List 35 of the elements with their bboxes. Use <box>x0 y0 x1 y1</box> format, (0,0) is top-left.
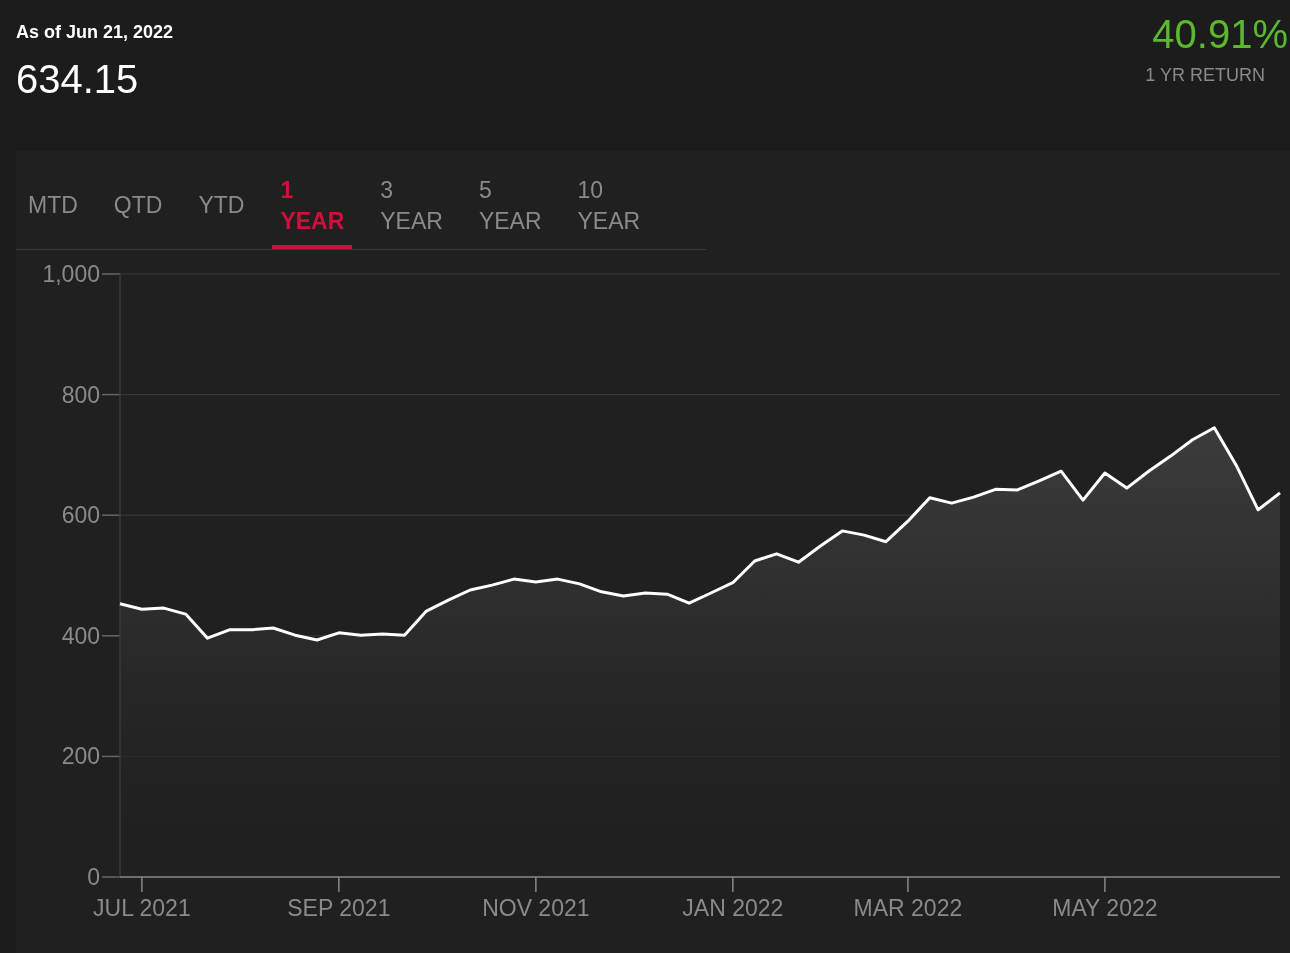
tick-mark <box>101 755 121 758</box>
y-axis-label: 800 <box>61 381 100 408</box>
x-axis-label: MAY 2022 <box>1052 895 1158 921</box>
period-tab[interactable]: 5 YEAR <box>470 151 550 249</box>
tick-mark <box>141 876 143 893</box>
tick-mark <box>101 393 121 396</box>
price-value: 634.15 <box>16 57 140 102</box>
y-axis-label: 1,000 <box>42 261 100 287</box>
tick-mark <box>1104 876 1106 893</box>
y-axis-label: 400 <box>61 622 100 649</box>
x-axis-label: JAN 2022 <box>682 895 784 921</box>
tick-mark <box>338 876 340 893</box>
return-label: 1 YR RETURN <box>1145 65 1265 86</box>
period-tab[interactable]: MTD <box>20 151 86 249</box>
return-value: 40.91% <box>1152 12 1288 57</box>
period-tab[interactable]: YTD <box>190 151 253 249</box>
period-tab[interactable]: 1 YEAR <box>272 151 353 249</box>
as-of-date: As of Jun 21, 2022 <box>16 22 174 43</box>
y-axis-label: 0 <box>87 864 100 890</box>
x-axis-label: SEP 2021 <box>287 895 391 921</box>
x-axis-label: NOV 2021 <box>482 895 590 921</box>
tick-mark <box>101 876 121 878</box>
tick-mark <box>732 876 734 893</box>
tick-mark <box>535 876 537 893</box>
y-axis-label: 600 <box>61 502 100 529</box>
tick-mark <box>101 514 121 516</box>
period-tab[interactable]: 10 YEAR <box>569 151 649 249</box>
tick-mark <box>907 876 909 893</box>
x-axis-label: JUL 2021 <box>93 895 191 921</box>
tick-mark <box>101 273 121 275</box>
x-axis-label: MAR 2022 <box>853 895 963 921</box>
period-tab[interactable]: 3 YEAR <box>372 151 451 249</box>
y-axis-label: 200 <box>61 743 100 770</box>
period-tab[interactable]: QTD <box>105 151 171 249</box>
tick-mark <box>101 635 121 637</box>
